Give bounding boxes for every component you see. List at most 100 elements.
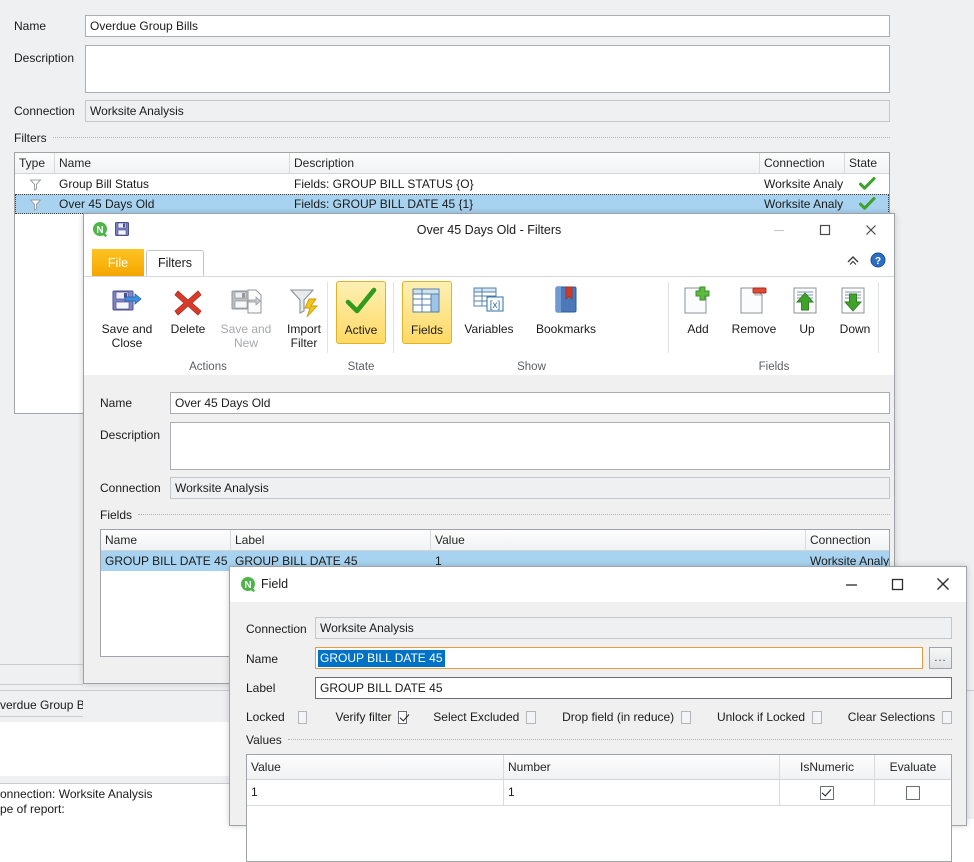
table-header-row: Type Name Description Connection State [15, 153, 889, 174]
separator-line [52, 137, 890, 139]
column-header-label[interactable]: Label [231, 530, 431, 550]
preview-gap [0, 776, 232, 783]
column-header-number[interactable]: Number [504, 755, 780, 779]
ribbon-button-label: Import Filter [286, 322, 321, 350]
ribbon-group-name: State [347, 361, 375, 373]
table-row[interactable]: Over 45 Days Old Fields: GROUP BILL DATE… [15, 194, 889, 214]
ribbon-button-label: Add [687, 322, 709, 336]
column-header-type[interactable]: Type [15, 153, 55, 173]
ribbon-import-filter-button[interactable]: Import Filter [278, 281, 330, 350]
field-name-input[interactable]: GROUP BILL DATE 45 [315, 647, 923, 669]
field-dialog-title: Field [261, 577, 289, 591]
column-header-connection[interactable]: Connection [806, 530, 889, 550]
ribbon-fields-toggle[interactable]: Fields [402, 281, 452, 344]
ribbon-save-and-close-button[interactable]: Save and Close [94, 281, 160, 350]
verify-filter-label: Verify filter [335, 710, 392, 724]
filters-window-buttons[interactable] [756, 214, 894, 248]
ribbon-add-button[interactable]: Add [675, 281, 721, 336]
filters-ribbon-tabstrip[interactable]: File Filters ? [84, 248, 894, 276]
filter-description: Fields: GROUP BILL STATUS {O} [294, 177, 474, 191]
values-table[interactable]: Value Number IsNumeric Evaluate 1 1 [246, 754, 952, 862]
help-icon[interactable]: ? [870, 252, 886, 271]
green-check-icon [344, 286, 378, 320]
divider [0, 664, 83, 665]
field-name-browse-button[interactable]: ... [929, 647, 952, 669]
divider [0, 684, 83, 685]
report-filters-group-separator: Filters [14, 131, 890, 145]
preview-line-2: pe of report: [0, 802, 65, 816]
field-dialog-window-buttons[interactable] [828, 567, 966, 601]
column-header-evaluate[interactable]: Evaluate [875, 755, 951, 779]
separator-line [138, 514, 890, 516]
column-header-name[interactable]: Name [101, 530, 231, 550]
move-down-icon [838, 285, 872, 319]
column-header-value[interactable]: Value [431, 530, 806, 550]
filter-description-input[interactable] [170, 422, 890, 470]
column-header-value[interactable]: Value [247, 755, 504, 779]
field-dialog-titlebar[interactable]: N Field [230, 567, 966, 602]
filters-window-titlebar[interactable]: N Over 45 Days Old - Filters [84, 214, 894, 248]
filters-ribbon[interactable]: Save and Close Delete Save and New Impor… [84, 276, 894, 376]
clear-selections-checkbox[interactable] [942, 710, 952, 724]
field-label-label: Label [246, 681, 276, 695]
filter-description: Fields: GROUP BILL DATE 45 {1} [294, 197, 474, 211]
tab-file[interactable]: File [92, 249, 144, 276]
minimize-icon[interactable] [756, 214, 802, 246]
minimize-icon[interactable] [828, 567, 874, 601]
report-description-input[interactable] [85, 45, 890, 93]
unlock-if-locked-label: Unlock if Locked [716, 710, 806, 724]
number-cell: 1 [504, 780, 780, 805]
locked-checkbox[interactable] [297, 710, 308, 724]
ribbon-button-label: Delete [170, 322, 206, 336]
column-header-isnumeric[interactable]: IsNumeric [780, 755, 875, 779]
column-header-description[interactable]: Description [290, 153, 760, 173]
isnumeric-checkbox[interactable] [820, 785, 834, 800]
ribbon-save-and-new-button[interactable]: Save and New [216, 281, 276, 350]
select-excluded-label: Select Excluded [433, 710, 520, 724]
column-header-name[interactable]: Name [55, 153, 290, 173]
verify-filter-checkbox[interactable] [397, 710, 408, 724]
report-description-label: Description [14, 51, 75, 65]
ribbon-button-label: Down [839, 322, 871, 336]
green-check-icon [845, 174, 889, 194]
drop-field-checkbox[interactable] [681, 710, 691, 724]
table-header-row: Name Label Value Connection [101, 530, 889, 551]
import-filter-icon [287, 285, 321, 319]
column-header-state[interactable]: State [845, 153, 889, 173]
ribbon-delete-button[interactable]: Delete [162, 281, 214, 336]
ribbon-bookmarks-button[interactable]: Bookmarks [526, 281, 606, 336]
select-excluded-checkbox[interactable] [526, 710, 537, 724]
delete-x-icon [171, 285, 205, 319]
ribbon-group-fields: Add Remove Up Down Fields [669, 277, 879, 375]
evaluate-cell[interactable] [875, 780, 951, 805]
table-row[interactable]: 1 1 [247, 780, 951, 806]
ribbon-variables-button[interactable]: [x] Variables [456, 281, 522, 336]
tab-filters[interactable]: Filters [146, 250, 204, 276]
maximize-icon[interactable] [874, 567, 920, 601]
clipped-list-row[interactable]: verdue Group Bil [0, 698, 83, 712]
ribbon-up-button[interactable]: Up [787, 281, 827, 336]
funnel-icon [15, 174, 55, 194]
collapse-ribbon-icon[interactable] [846, 254, 860, 269]
close-icon[interactable] [848, 214, 894, 246]
ribbon-help-area[interactable]: ? [846, 252, 886, 271]
ribbon-down-button[interactable]: Down [829, 281, 881, 336]
field-label-input[interactable]: GROUP BILL DATE 45 [315, 677, 952, 699]
filter-name-input[interactable]: Over 45 Days Old [170, 392, 890, 414]
table-row[interactable]: Group Bill Status Fields: GROUP BILL STA… [15, 174, 889, 194]
close-icon[interactable] [920, 567, 966, 601]
report-name-input[interactable]: Overdue Group Bills [85, 15, 890, 37]
ribbon-active-toggle[interactable]: Active [336, 281, 386, 344]
maximize-icon[interactable] [802, 214, 848, 246]
field-options-row: Locked Verify filter Select Excluded Dro… [246, 707, 952, 727]
filter-fields-group-separator: Fields [100, 508, 890, 522]
values-group-label: Values [246, 733, 282, 747]
separator-line [287, 739, 952, 741]
ribbon-remove-button[interactable]: Remove [723, 281, 785, 336]
evaluate-checkbox[interactable] [906, 785, 920, 800]
add-page-icon [681, 285, 715, 319]
isnumeric-cell[interactable] [780, 780, 875, 805]
unlock-if-locked-checkbox[interactable] [812, 710, 822, 724]
column-header-connection[interactable]: Connection [760, 153, 845, 173]
field-dialog[interactable]: N Field Connection Worksite Analysis Nam… [229, 566, 967, 862]
